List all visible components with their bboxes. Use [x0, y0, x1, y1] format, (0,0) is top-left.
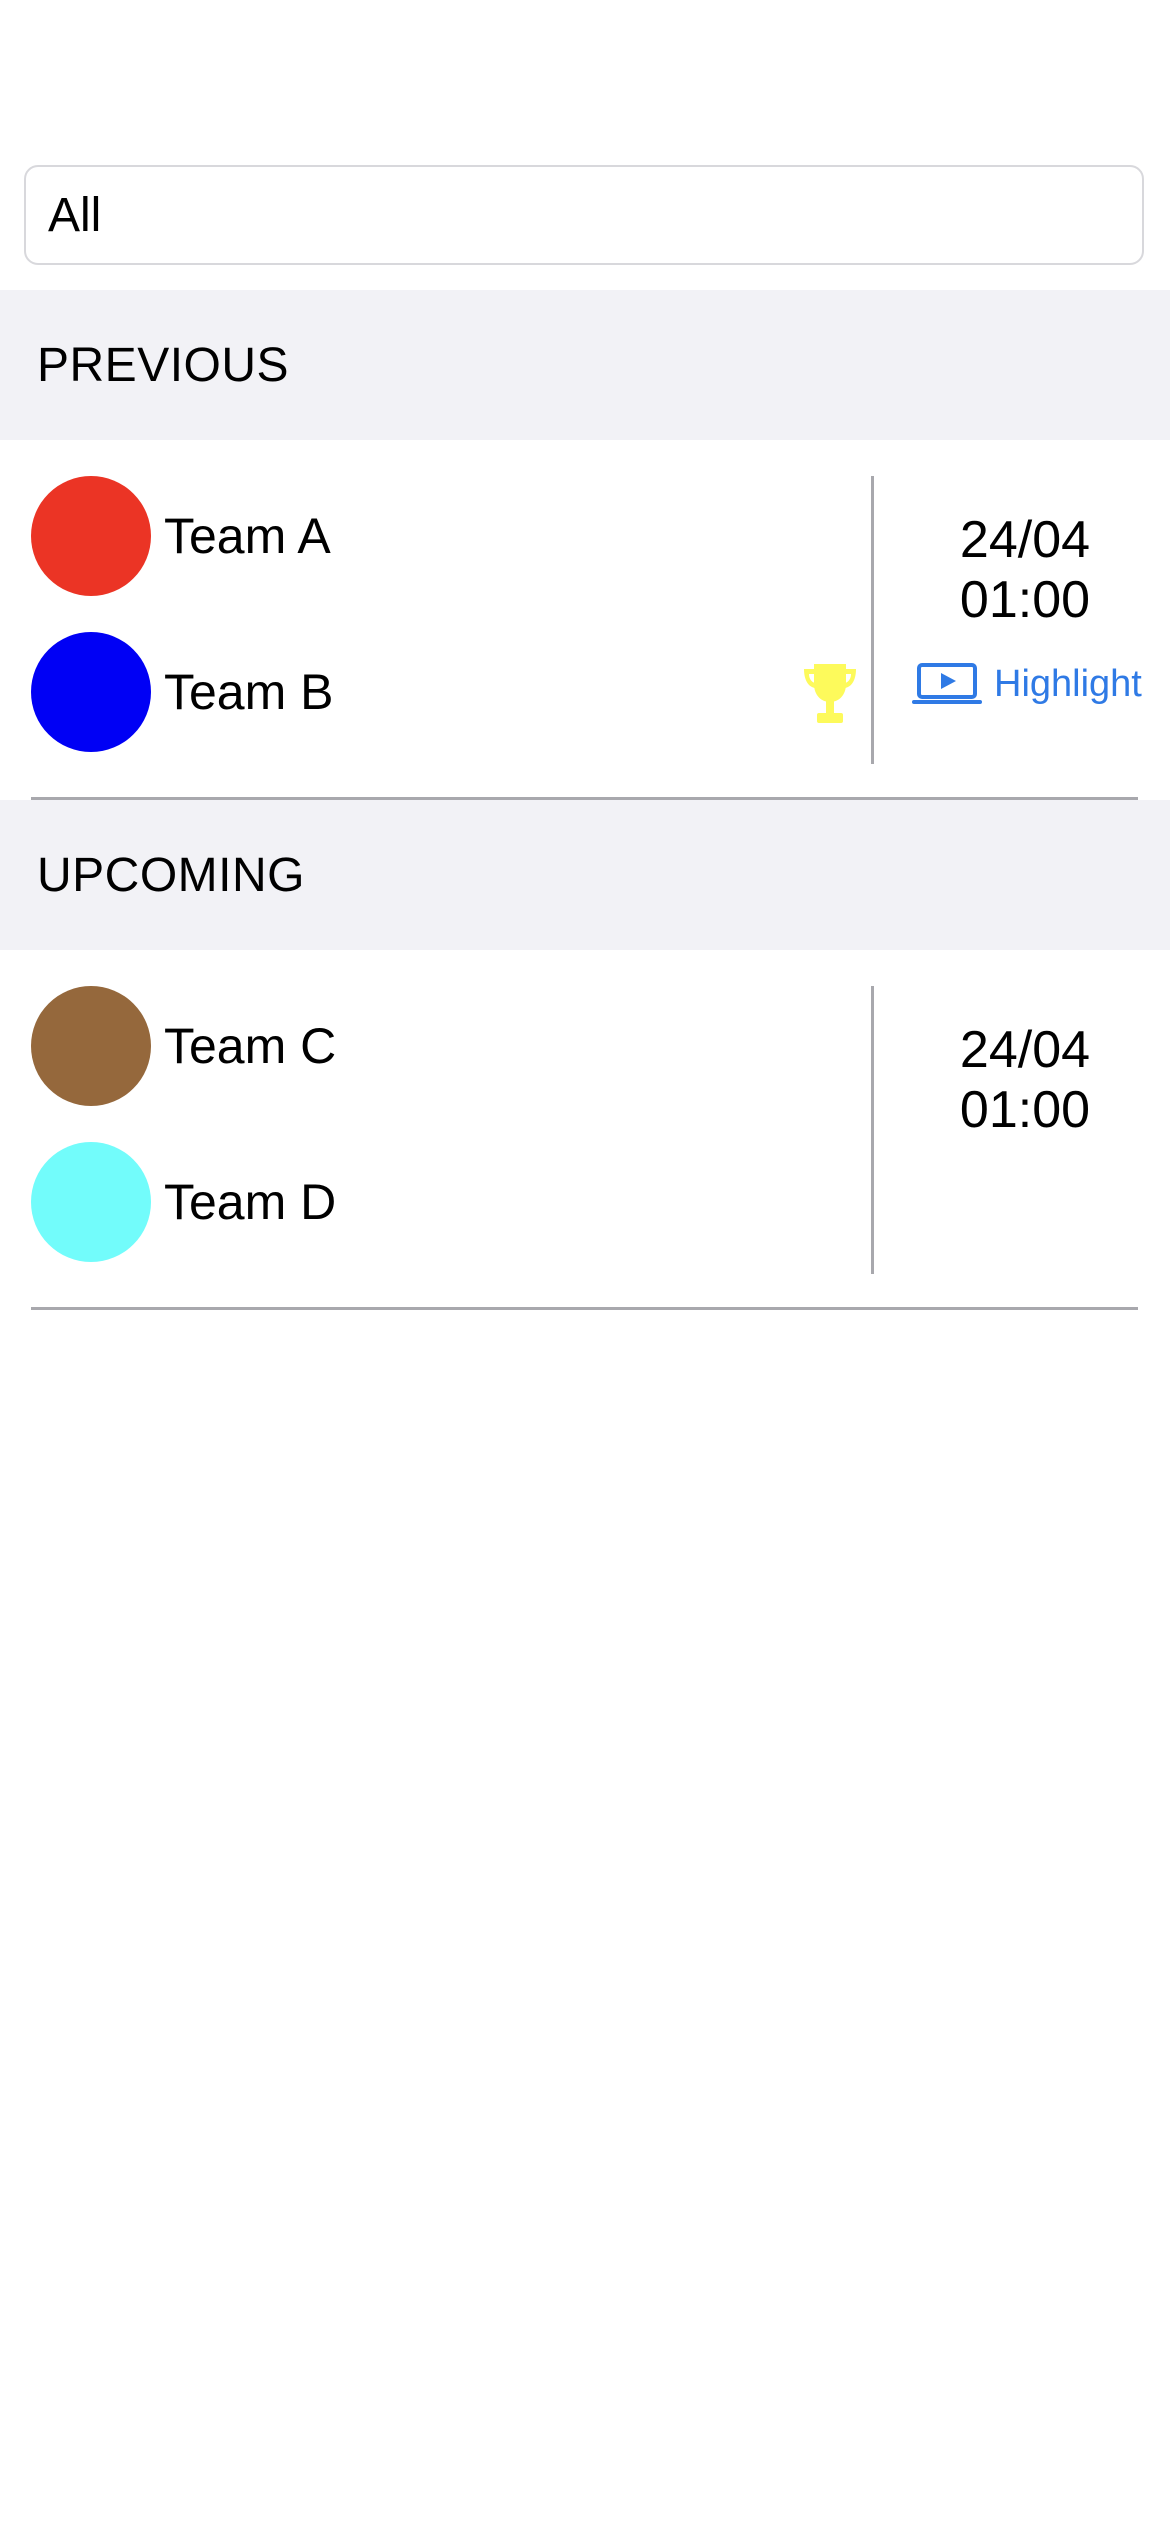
team-logo-avatar [31, 476, 151, 596]
team-row-d: Team D [31, 1142, 336, 1262]
team-row-b: Team B [31, 632, 334, 752]
match-date: 24/04 [959, 511, 1091, 569]
match-date: 24/04 [959, 1021, 1091, 1079]
match-time: 01:00 [959, 1081, 1091, 1139]
team-row-a: Team A [31, 476, 331, 596]
trophy-icon [804, 664, 856, 723]
team-row-c: Team C [31, 986, 336, 1106]
column-divider [871, 986, 874, 1274]
match-row-upcoming[interactable]: Team C Team D 24/04 01:00 [0, 950, 1170, 1310]
team-name: Team C [164, 1018, 337, 1074]
team-logo-avatar [31, 632, 151, 752]
column-divider [871, 476, 874, 764]
highlight-button[interactable]: Highlight [910, 659, 1142, 709]
section-header-previous: PREVIOUS [0, 290, 1170, 440]
match-row-previous[interactable]: Team A Team B 24/04 01:00 Highlight [0, 440, 1170, 800]
section-title: PREVIOUS [37, 338, 290, 392]
section-title: UPCOMING [37, 848, 305, 902]
match-datetime: 24/04 01:00 [890, 1020, 1160, 1140]
filter-select[interactable]: All [24, 165, 1144, 265]
row-divider [31, 1307, 1138, 1310]
section-header-upcoming: UPCOMING [0, 800, 1170, 950]
team-logo-avatar [31, 986, 151, 1106]
team-name: Team B [164, 664, 334, 720]
team-logo-avatar [31, 1142, 151, 1262]
play-screen-icon [912, 663, 982, 704]
filter-selected-value: All [48, 188, 102, 242]
team-name: Team A [164, 508, 331, 564]
team-name: Team D [164, 1174, 337, 1230]
match-time: 01:00 [959, 571, 1091, 629]
matches-screen: All PREVIOUS Team A Team B 24/04 01:00 H… [0, 0, 1170, 2532]
match-datetime: 24/04 01:00 [890, 510, 1160, 630]
highlight-label: Highlight [994, 662, 1142, 705]
